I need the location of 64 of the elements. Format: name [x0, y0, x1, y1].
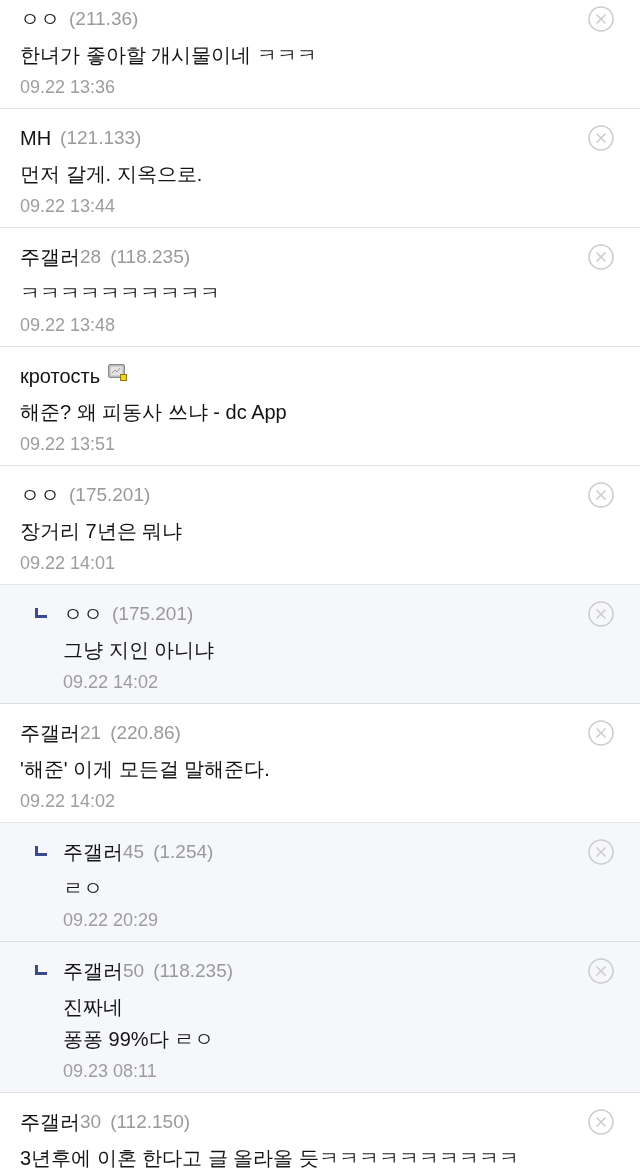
close-icon: [588, 958, 614, 984]
comment-text: 진짜네 퐁퐁 99%다 ㄹㅇ: [63, 995, 216, 1052]
comment-text: 장거리 7년은 뭐냐: [20, 519, 184, 544]
close-icon: [588, 1109, 614, 1135]
nickname: 주갤러: [63, 959, 123, 984]
ip-address: (118.235): [153, 959, 234, 983]
comment-text: ㅋㅋㅋㅋㅋㅋㅋㅋㅋㅋ: [20, 281, 221, 306]
comment-date: 09.22 14:02: [20, 790, 117, 813]
comment-text: 먼저 갈게. 지옥으로.: [20, 162, 204, 187]
delete-button[interactable]: [588, 601, 614, 627]
nickname-number: 50: [123, 959, 145, 983]
nickname: ㅇㅇ: [63, 602, 103, 627]
comment-date: 09.22 13:44: [20, 195, 117, 218]
ip-address: (175.201): [69, 483, 151, 507]
comment-text: ㄹㅇ: [63, 876, 104, 901]
reply-corner-icon: [35, 846, 47, 856]
delete-button[interactable]: [588, 720, 614, 746]
nickname: кротость: [20, 364, 101, 389]
comment-text: 3년후에 이혼 한다고 글 올라올 듯ㅋㅋㅋㅋㅋㅋㅋㅋㅋㅋ: [20, 1146, 520, 1171]
delete-button[interactable]: [588, 839, 614, 865]
nickname: 주갤러: [20, 1110, 80, 1135]
close-icon: [588, 244, 614, 270]
nickname-number: 28: [80, 245, 102, 269]
comment-date: 09.22 13:51: [20, 433, 117, 456]
comment-date: 09.22 14:02: [63, 671, 160, 694]
reply-corner-icon: [35, 965, 47, 975]
delete-button[interactable]: [588, 482, 614, 508]
close-icon: [588, 125, 614, 151]
nickname: MH: [20, 126, 52, 151]
reply-corner-icon: [35, 608, 47, 618]
close-icon: [588, 601, 614, 627]
close-icon: [588, 482, 614, 508]
nickname-number: 21: [80, 721, 102, 745]
nickname: 주갤러: [63, 840, 123, 865]
delete-button[interactable]: [588, 6, 614, 32]
nickname: ㅇㅇ: [20, 483, 60, 508]
ip-address: (121.133): [60, 126, 142, 150]
nickname: 주갤러: [20, 245, 80, 270]
close-icon: [588, 720, 614, 746]
nickname-number: 30: [80, 1110, 102, 1134]
comment-date: 09.22 20:29: [63, 909, 160, 932]
delete-button[interactable]: [588, 1109, 614, 1135]
ip-address: (118.235): [110, 245, 191, 269]
delete-button[interactable]: [588, 244, 614, 270]
comment-date: 09.22 14:01: [20, 552, 117, 575]
close-icon: [588, 6, 614, 32]
ip-address: (112.150): [110, 1110, 191, 1134]
comment-text: '해준' 이게 모든걸 말해준다.: [20, 757, 271, 782]
nickname: 주갤러: [20, 721, 80, 746]
comment-date: 09.22 13:48: [20, 314, 117, 337]
delete-button[interactable]: [588, 958, 614, 984]
nickname: ㅇㅇ: [20, 7, 60, 32]
close-icon: [588, 839, 614, 865]
comment-text: 그냥 지인 아니냐: [63, 638, 216, 663]
ip-address: (175.201): [112, 602, 194, 626]
ip-address: (211.36): [69, 7, 139, 31]
comment-text: 해준? 왜 피동사 쓰냐 - dc App: [20, 400, 288, 425]
delete-button[interactable]: [588, 125, 614, 151]
nickname-number: 45: [123, 840, 145, 864]
ip-address: (1.254): [153, 840, 214, 864]
ip-address: (220.86): [110, 721, 181, 745]
comment-date: 09.22 13:36: [20, 76, 117, 99]
comment-date: 09.23 08:11: [63, 1060, 158, 1083]
comment-text: 한녀가 좋아할 개시물이네 ㅋㅋㅋ: [20, 43, 318, 68]
